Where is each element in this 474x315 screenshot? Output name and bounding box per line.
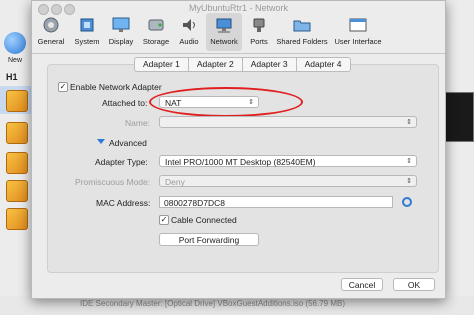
toolbar-audio[interactable]: Audio [175,13,203,51]
promiscuous-mode-value: Deny [165,177,185,187]
cable-connected-label: Cable Connected [171,215,237,225]
refresh-mac-icon[interactable] [402,197,412,207]
toolbar-user-interface-label: User Interface [334,37,382,46]
system-chip-icon [80,18,94,32]
group-label: H1 [6,72,18,82]
name-select: ⇕ [159,116,417,128]
storage-disk-icon [148,19,164,31]
promiscuous-mode-label: Promiscuous Mode: [75,177,151,187]
toolbar-network[interactable]: Network [206,13,242,51]
adapter-type-select[interactable]: Intel PRO/1000 MT Desktop (82540EM) ⇕ [159,155,417,167]
toolbar-audio-label: Audio [179,37,199,46]
attached-to-label: Attached to: [102,98,148,108]
toolbar-user-interface[interactable]: User Interface [332,13,384,51]
advanced-label[interactable]: Advanced [109,138,147,148]
tab-adapter-4[interactable]: Adapter 4 [295,57,351,72]
toolbar-display[interactable]: Display [106,13,136,51]
settings-toolbar: General System Display Storage Audio Net… [32,13,445,54]
toolbar-storage-label: Storage [142,37,170,46]
tab-adapter-3[interactable]: Adapter 3 [241,57,296,72]
network-globe-icon [216,18,232,33]
new-vm-icon[interactable] [4,32,26,54]
vm-preview [444,92,474,142]
mac-address-label: MAC Address: [96,198,151,208]
toolbar-shared-folders[interactable]: Shared Folders [276,13,328,51]
select-arrows-icon: ⇕ [406,158,412,165]
toolbar-display-label: Display [108,37,134,46]
toolbar-storage[interactable]: Storage [140,13,172,51]
vm-ubuntu-icon[interactable] [6,208,28,230]
enable-adapter-checkbox[interactable]: ✓ [58,82,68,92]
tab-adapter-1[interactable]: Adapter 1 [134,57,188,72]
settings-dialog: MyUbuntuRtr1 - Network General System Di… [31,0,446,299]
toolbar-general[interactable]: General [34,13,68,51]
user-interface-window-icon [349,18,367,32]
advanced-disclosure-icon[interactable] [97,139,105,144]
promiscuous-mode-select: Deny ⇕ [159,175,417,187]
general-icon [43,17,59,33]
toolbar-ports-label: Ports [250,37,268,46]
vm-ubuntu-icon[interactable] [6,152,28,174]
storage-status-text: IDE Secondary Master: [Optical Drive] VB… [80,299,345,308]
name-label: Name: [125,118,151,128]
adapter-type-value: Intel PRO/1000 MT Desktop (82540EM) [165,157,316,167]
cancel-button[interactable]: Cancel [341,278,383,291]
highlight-annotation-oval [149,87,303,117]
select-arrows-icon: ⇕ [406,119,412,126]
toolbar-shared-folders-label: Shared Folders [276,37,328,46]
ports-connector-icon [253,18,265,32]
toolbar-network-label: Network [210,37,238,46]
ok-button[interactable]: OK [393,278,435,291]
vm-ubuntu-icon[interactable] [6,122,28,144]
shared-folder-icon [293,20,311,32]
port-forwarding-button[interactable]: Port Forwarding [159,233,259,246]
mac-address-field[interactable]: 0800278D7DC8 [159,196,393,208]
select-arrows-icon: ⇕ [406,178,412,185]
adapter-type-label: Adapter Type: [95,157,148,167]
toolbar-system-label: System [74,37,100,46]
toolbar-ports[interactable]: Ports [245,13,273,51]
vm-ubuntu-icon[interactable] [6,90,28,112]
cable-connected-checkbox[interactable]: ✓ [159,215,169,225]
adapter-tabs: Adapter 1 Adapter 2 Adapter 3 Adapter 4 [134,57,351,72]
vm-ubuntu-icon[interactable] [6,180,28,202]
toolbar-general-label: General [37,37,65,46]
toolbar-system[interactable]: System [72,13,102,51]
display-monitor-icon [112,17,130,32]
new-vm-label: New [8,57,23,64]
audio-speaker-icon [183,19,195,31]
enable-adapter-label: Enable Network Adapter [70,82,162,92]
tab-adapter-2[interactable]: Adapter 2 [187,57,242,72]
